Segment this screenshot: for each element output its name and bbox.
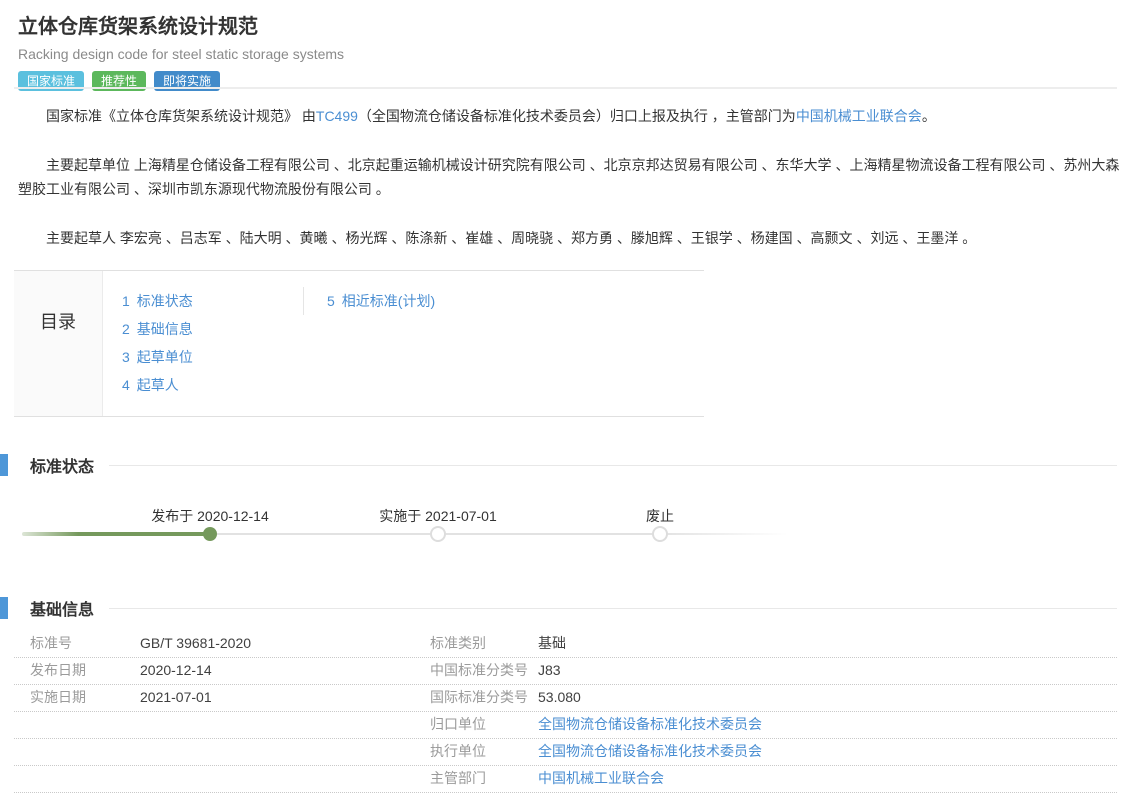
section-title-basic-info: 基础信息 (30, 596, 94, 620)
empty-cell (14, 712, 140, 738)
toc-label: 目录 (14, 308, 102, 334)
page-subtitle-english: Racking design code for steel static sto… (18, 46, 344, 62)
label-implement-date: 实施日期 (14, 685, 140, 711)
section-rule (109, 608, 1117, 609)
toc-label-cell: 目录 (14, 271, 103, 416)
toc-text-1: 标准状态 (137, 293, 193, 309)
intro-p1-text-mid: （全国物流仓储设备标准化技术委员会）归口上报及执行 ，主管部门为 (358, 108, 796, 124)
table-row: 主管部门 中国机械工业联合会 (14, 766, 1117, 793)
value-standard-category: 基础 (538, 631, 1117, 657)
status-timeline: 发布于 2020-12-14 实施于 2021-07-01 废止 (0, 500, 1131, 570)
toc-text-5: 相近标准(计划) (342, 293, 435, 309)
intro-paragraph-drafters: 主要起草人 李宏亮 、吕志军 、陆大明 、黄曦 、杨光辉 、陈涤新 、崔雄 、周… (18, 226, 1120, 250)
table-row: 执行单位 全国物流仓储设备标准化技术委员会 (14, 739, 1117, 766)
label-executive-unit: 执行单位 (430, 739, 538, 765)
timeline-track (210, 533, 788, 535)
timeline-label-published: 发布于 2020-12-14 (151, 506, 269, 526)
toc-item-similar-standards[interactable]: 5 相近标准(计划) (327, 287, 435, 315)
value-competent-department: 中国机械工业联合会 (538, 766, 1117, 792)
section-rule (109, 465, 1117, 466)
intro-p1-text: 国家标准《立体仓库货架系统设计规范》 由 (46, 108, 316, 124)
toc-num-1: 1 (122, 293, 130, 309)
label-standard-number: 标准号 (14, 631, 140, 657)
timeline-label-implemented: 实施于 2021-07-01 (379, 506, 497, 526)
toc-column-2: 5 相近标准(计划) (303, 287, 435, 315)
toc-num-3: 3 (122, 349, 130, 365)
toc-text-4: 起草人 (137, 377, 179, 393)
toc-text-3: 起草单位 (137, 349, 193, 365)
toc-num-5: 5 (327, 293, 335, 309)
value-executive-unit: 全国物流仓储设备标准化技术委员会 (538, 739, 1117, 765)
toc-item-standard-status[interactable]: 1 标准状态 (122, 287, 193, 315)
table-row: 实施日期 2021-07-01 国际标准分类号 53.080 (14, 685, 1117, 712)
empty-cell (140, 766, 430, 792)
timeline-progress (22, 532, 210, 536)
value-centralized-unit: 全国物流仓储设备标准化技术委员会 (538, 712, 1117, 738)
toc-link-2[interactable]: 2 基础信息 (122, 321, 193, 337)
centralized-unit-link[interactable]: 全国物流仓储设备标准化技术委员会 (538, 716, 762, 732)
timeline-label-abolished: 废止 (646, 506, 674, 526)
empty-cell (14, 739, 140, 765)
toc-text-2: 基础信息 (137, 321, 193, 337)
timeline-dot-published (203, 527, 217, 541)
label-publish-date: 发布日期 (14, 658, 140, 684)
executive-unit-link[interactable]: 全国物流仓储设备标准化技术委员会 (538, 743, 762, 759)
empty-cell (140, 712, 430, 738)
label-ics-code: 国际标准分类号 (430, 685, 538, 711)
label-centralized-unit: 归口单位 (430, 712, 538, 738)
empty-cell (14, 766, 140, 792)
intro-paragraphs: 国家标准《立体仓库货架系统设计规范》 由TC499（全国物流仓储设备标准化技术委… (18, 104, 1120, 275)
competent-department-link[interactable]: 中国机械工业联合会 (796, 108, 922, 124)
toc-link-1[interactable]: 1 标准状态 (122, 293, 193, 309)
toc-link-5[interactable]: 5 相近标准(计划) (327, 293, 435, 309)
value-standard-number: GB/T 39681-2020 (140, 631, 430, 657)
table-row: 发布日期 2020-12-14 中国标准分类号 J83 (14, 658, 1117, 685)
toc-link-4[interactable]: 4 起草人 (122, 377, 179, 393)
page-header: 立体仓库货架系统设计规范 Racking design code for ste… (18, 10, 344, 91)
table-row: 标准号 GB/T 39681-2020 标准类别 基础 (14, 631, 1117, 658)
value-ccs-code: J83 (538, 658, 1117, 684)
toc-box: 目录 1 标准状态 2 基础信息 3 起草单位 4 起草人 5 相近标准(计划) (14, 270, 704, 417)
tc499-link[interactable]: TC499 (316, 108, 358, 124)
timeline-dot-implemented (430, 526, 446, 542)
value-ics-code: 53.080 (538, 685, 1117, 711)
label-ccs-code: 中国标准分类号 (430, 658, 538, 684)
page-title: 立体仓库货架系统设计规范 (18, 10, 344, 39)
section-accent-bar (0, 454, 8, 476)
label-competent-department: 主管部门 (430, 766, 538, 792)
header-divider (14, 87, 1117, 89)
basic-info-table: 标准号 GB/T 39681-2020 标准类别 基础 发布日期 2020-12… (14, 631, 1117, 793)
label-standard-category: 标准类别 (430, 631, 538, 657)
competent-department-table-link[interactable]: 中国机械工业联合会 (538, 770, 664, 786)
intro-paragraph-drafting-units: 主要起草单位 上海精星仓储设备工程有限公司 、北京起重运输机械设计研究院有限公司… (18, 153, 1120, 201)
timeline-dot-abolished (652, 526, 668, 542)
value-publish-date: 2020-12-14 (140, 658, 430, 684)
toc-item-drafting-units[interactable]: 3 起草单位 (122, 343, 193, 371)
toc-column-1: 1 标准状态 2 基础信息 3 起草单位 4 起草人 (122, 287, 193, 399)
intro-paragraph-governance: 国家标准《立体仓库货架系统设计规范》 由TC499（全国物流仓储设备标准化技术委… (18, 104, 1120, 128)
table-row: 归口单位 全国物流仓储设备标准化技术委员会 (14, 712, 1117, 739)
toc-item-drafters[interactable]: 4 起草人 (122, 371, 193, 399)
toc-item-basic-info[interactable]: 2 基础信息 (122, 315, 193, 343)
section-title-status: 标准状态 (30, 453, 94, 477)
section-accent-bar (0, 597, 8, 619)
standard-detail-page: 立体仓库货架系统设计规范 Racking design code for ste… (0, 0, 1131, 793)
section-header-status: 标准状态 (0, 453, 1131, 477)
toc-num-2: 2 (122, 321, 130, 337)
empty-cell (140, 739, 430, 765)
value-implement-date: 2021-07-01 (140, 685, 430, 711)
section-header-basic-info: 基础信息 (0, 596, 1131, 620)
toc-num-4: 4 (122, 377, 130, 393)
toc-link-3[interactable]: 3 起草单位 (122, 349, 193, 365)
intro-p1-text-end: 。 (922, 108, 936, 124)
